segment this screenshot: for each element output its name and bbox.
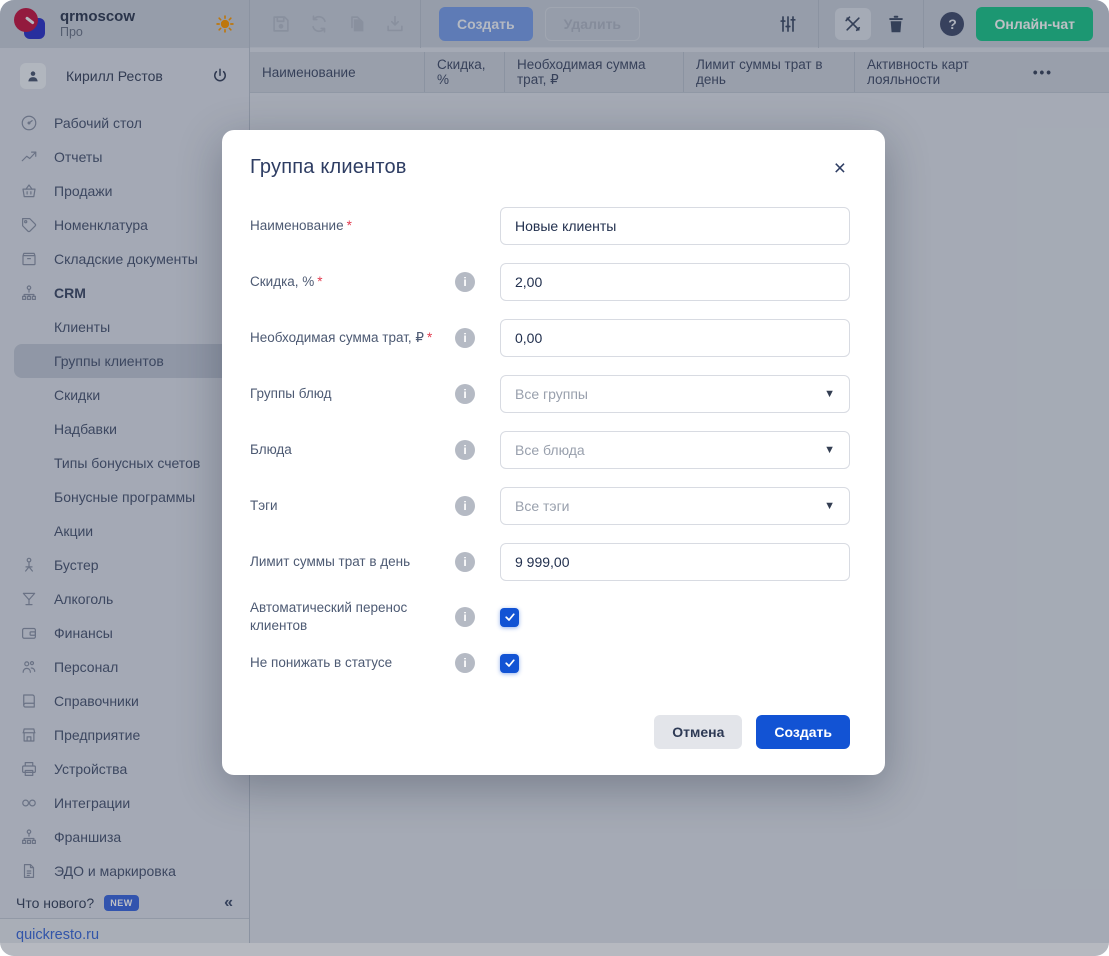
daily-limit-input[interactable] (500, 543, 850, 581)
info-icon[interactable]: i (455, 496, 475, 516)
dishes-select[interactable]: Все блюда ▼ (500, 431, 850, 469)
info-icon[interactable]: i (455, 607, 475, 627)
dish-groups-select[interactable]: Все группы ▼ (500, 375, 850, 413)
field-row-no-downgrade: Не понижать в статусе i (250, 653, 850, 673)
close-icon[interactable]: × (830, 156, 850, 181)
info-icon[interactable]: i (455, 653, 475, 673)
app-window: qrmoscow Про Кирилл Рестов Рабочий стол (0, 0, 1109, 956)
info-icon[interactable]: i (455, 272, 475, 292)
required-sum-input[interactable] (500, 319, 850, 357)
submit-create-button[interactable]: Создать (756, 715, 850, 749)
info-icon[interactable]: i (455, 328, 475, 348)
field-label: Тэги (250, 497, 455, 515)
field-row-auto-transfer: Автоматический перенос клиентов i (250, 599, 850, 635)
modal-title: Группа клиентов (250, 156, 407, 179)
info-icon[interactable]: i (455, 384, 475, 404)
field-row-dish-groups: Группы блюд i Все группы ▼ (250, 375, 850, 413)
field-row-discount: Скидка, %* i (250, 263, 850, 301)
field-label: Скидка, %* (250, 273, 455, 291)
tags-select[interactable]: Все тэги ▼ (500, 487, 850, 525)
required-marker: * (427, 330, 432, 345)
field-label: Необходимая сумма трат, ₽* (250, 329, 455, 347)
field-row-name: Наименование* (250, 207, 850, 245)
chevron-down-icon: ▼ (824, 388, 835, 400)
auto-transfer-checkbox[interactable] (500, 608, 519, 627)
field-row-tags: Тэги i Все тэги ▼ (250, 487, 850, 525)
info-icon[interactable]: i (455, 440, 475, 460)
field-row-dishes: Блюда i Все блюда ▼ (250, 431, 850, 469)
discount-input[interactable] (500, 263, 850, 301)
info-icon[interactable]: i (455, 552, 475, 572)
required-marker: * (317, 274, 322, 289)
field-label: Лимит суммы трат в день (250, 553, 455, 571)
name-input[interactable] (500, 207, 850, 245)
field-label: Наименование* (250, 217, 455, 235)
field-label: Не понижать в статусе (250, 654, 455, 672)
cancel-button[interactable]: Отмена (654, 715, 742, 749)
field-label: Группы блюд (250, 385, 455, 403)
field-label: Автоматический перенос клиентов (250, 599, 455, 635)
field-row-daily-limit: Лимит суммы трат в день i (250, 543, 850, 581)
chevron-down-icon: ▼ (824, 500, 835, 512)
field-row-required-sum: Необходимая сумма трат, ₽* i (250, 319, 850, 357)
client-group-modal: Группа клиентов × Наименование* Скидка, … (222, 130, 885, 775)
no-downgrade-checkbox[interactable] (500, 654, 519, 673)
required-marker: * (347, 218, 352, 233)
chevron-down-icon: ▼ (824, 444, 835, 456)
field-label: Блюда (250, 441, 455, 459)
